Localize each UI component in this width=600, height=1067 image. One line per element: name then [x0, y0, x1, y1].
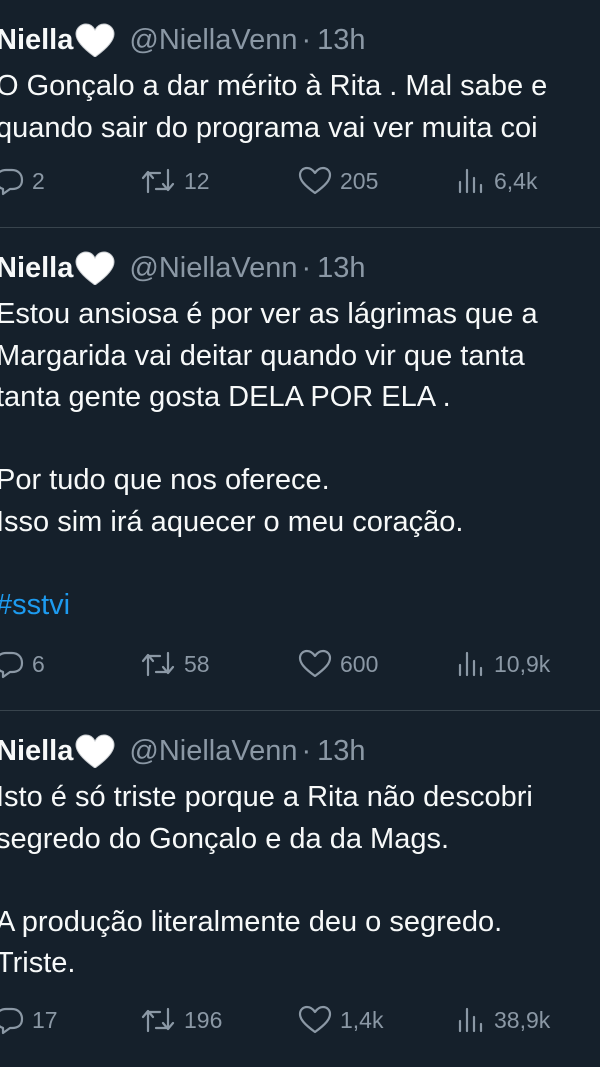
tweet-text: Isto é só triste porque a Rita não desco…: [0, 777, 600, 985]
text-line: quando sair do programa vai ver muita co…: [0, 111, 538, 144]
reply-count: 2: [32, 167, 45, 194]
tweet-text: Estou ansiosa é por ver as lágrimas que …: [0, 294, 600, 626]
views-count: 38,9k: [494, 1006, 551, 1033]
like-icon: [298, 166, 332, 195]
like-icon: [298, 649, 332, 678]
tweet-header: Niella @NiellaVenn · 13h: [0, 248, 366, 288]
views-icon: [458, 651, 483, 677]
text-line: O Gonçalo a dar mérito à Rita . Mal sabe…: [0, 70, 548, 102]
reply-icon: [0, 1007, 24, 1035]
retweet-count: 58: [184, 650, 210, 677]
like-count: 600: [340, 650, 379, 677]
hashtag-link[interactable]: #sstvi: [0, 585, 600, 627]
like-icon: [298, 1005, 332, 1034]
text-line: Isto é só triste porque a Rita não desco…: [0, 781, 533, 813]
views-icon: [458, 168, 483, 194]
views-count: 10,9k: [494, 650, 551, 677]
retweet-count: 12: [184, 167, 210, 194]
text-line: [0, 543, 600, 585]
text-line: Estou ansiosa é por ver as lágrimas que …: [0, 298, 538, 330]
text-line: segredo do Gonçalo e da da Mags.: [0, 822, 450, 855]
reply-button[interactable]: 17: [0, 1002, 58, 1038]
like-button[interactable]: 600: [298, 646, 378, 682]
timestamp[interactable]: 13h: [317, 252, 365, 285]
white-heart-emoji-icon: [75, 251, 115, 285]
retweet-icon: [141, 1007, 175, 1033]
white-heart-emoji-icon: [75, 23, 115, 57]
user-handle[interactable]: @NiellaVenn: [129, 24, 297, 57]
tweet-header: Niella @NiellaVenn · 13h: [0, 20, 366, 60]
reply-icon: [0, 651, 24, 679]
views-count: 6,4k: [494, 167, 538, 194]
retweet-button[interactable]: 58: [140, 646, 210, 682]
retweet-button[interactable]: 12: [140, 163, 210, 199]
text-line: [0, 419, 600, 461]
separator-dot: ·: [301, 251, 312, 284]
retweet-icon: [141, 651, 175, 677]
retweet-button[interactable]: 196: [140, 1002, 222, 1038]
reply-count: 17: [32, 1006, 58, 1033]
reply-count: 6: [32, 650, 45, 677]
text-line: A produção literalmente deu o segredo.: [0, 905, 503, 938]
text-line: Por tudo que nos oferece.: [0, 464, 330, 496]
separator-dot: ·: [301, 734, 312, 767]
display-name[interactable]: Niella: [0, 24, 73, 57]
text-line: Margarida vai deitar quando vir que tant…: [0, 339, 525, 372]
retweet-count: 196: [184, 1006, 223, 1033]
tweet-divider: [0, 710, 600, 711]
tweet-divider: [0, 227, 600, 228]
separator-dot: ·: [301, 23, 312, 56]
reply-button[interactable]: 2: [0, 163, 45, 199]
views-button[interactable]: 10,9k: [456, 646, 550, 682]
user-handle[interactable]: @NiellaVenn: [129, 735, 297, 768]
views-button[interactable]: 38,9k: [456, 1002, 550, 1038]
views-button[interactable]: 6,4k: [456, 163, 537, 199]
like-count: 1,4k: [340, 1006, 384, 1033]
text-line: Triste.: [0, 947, 76, 979]
retweet-icon: [141, 168, 175, 194]
display-name[interactable]: Niella: [0, 252, 73, 285]
tweet-header: Niella @NiellaVenn · 13h: [0, 731, 366, 771]
tweet-text: O Gonçalo a dar mérito à Rita . Mal sabe…: [0, 66, 600, 149]
text-line: tanta gente gosta DELA POR ELA .: [0, 381, 451, 413]
reply-button[interactable]: 6: [0, 646, 45, 682]
reply-icon: [0, 168, 24, 196]
views-icon: [458, 1007, 483, 1033]
timestamp[interactable]: 13h: [317, 735, 365, 768]
text-line: [0, 860, 600, 902]
timestamp[interactable]: 13h: [317, 24, 365, 57]
action-bar: 17 196 1,4k 38,9k: [0, 1002, 600, 1038]
like-button[interactable]: 205: [298, 163, 378, 199]
like-button[interactable]: 1,4k: [298, 1002, 383, 1038]
action-bar: 6 58 600 10,9k: [0, 646, 600, 682]
like-count: 205: [340, 167, 379, 194]
action-bar: 2 12 205 6,4k: [0, 163, 600, 199]
user-handle[interactable]: @NiellaVenn: [129, 252, 297, 285]
white-heart-emoji-icon: [75, 734, 115, 768]
display-name[interactable]: Niella: [0, 735, 73, 768]
text-line: Isso sim irá aquecer o meu coração.: [0, 505, 464, 538]
